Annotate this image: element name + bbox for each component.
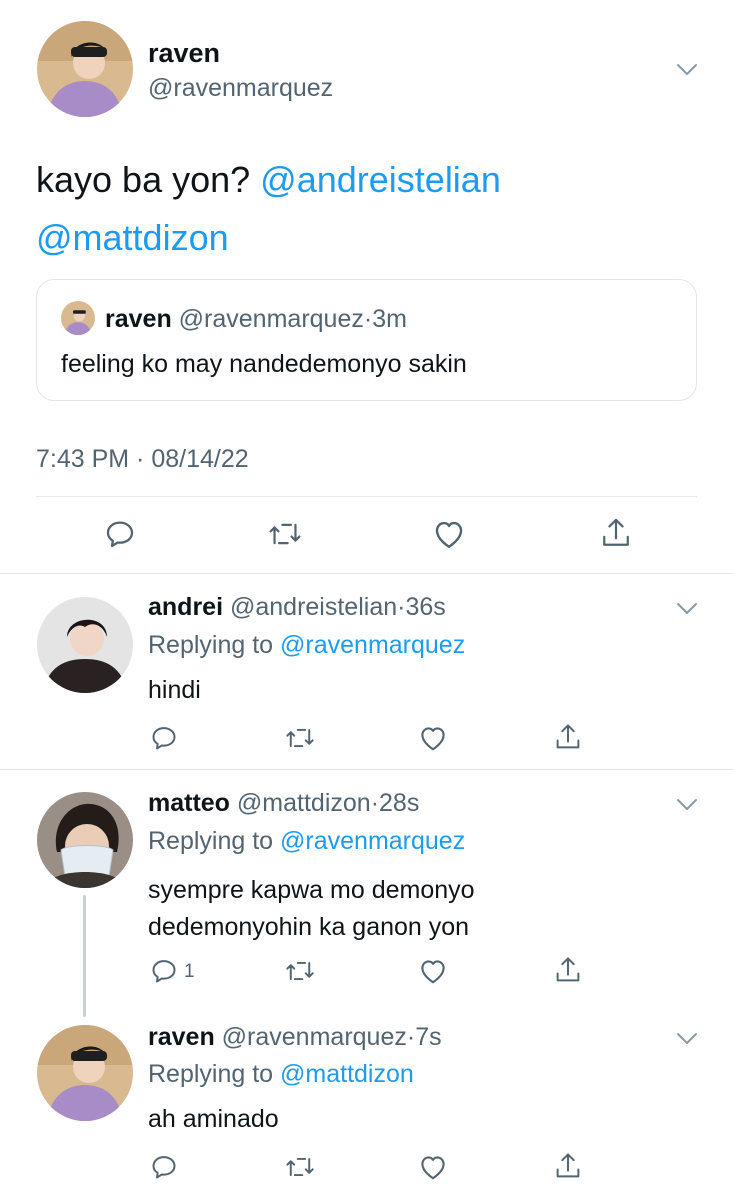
avatar[interactable] bbox=[37, 1025, 133, 1121]
author-handle: @ravenmarquez bbox=[178, 305, 364, 333]
reply-text-line: dedemonyohin ka ganon yon bbox=[148, 913, 470, 941]
timestamp: 36s bbox=[405, 593, 446, 621]
chevron-down-icon[interactable] bbox=[676, 602, 698, 616]
reply-header: matteo @mattdizon·28s bbox=[148, 789, 419, 818]
divider bbox=[0, 573, 733, 574]
avatar[interactable] bbox=[37, 21, 133, 117]
thread-line bbox=[83, 895, 86, 1017]
divider bbox=[0, 769, 733, 770]
mention-link[interactable]: @mattdizon bbox=[280, 1060, 414, 1088]
avatar[interactable] bbox=[37, 597, 133, 693]
quoted-tweet-text: feeling ko may nandedemonyo sakin bbox=[61, 350, 467, 378]
author-handle[interactable]: @andreistelian bbox=[230, 593, 397, 621]
author-name[interactable]: raven bbox=[148, 1023, 215, 1051]
mention-link[interactable]: @ravenmarquez bbox=[280, 827, 465, 855]
author-name[interactable]: matteo bbox=[148, 789, 230, 817]
author-handle[interactable]: @mattdizon bbox=[237, 789, 371, 817]
mention-link[interactable]: @andreistelian bbox=[260, 159, 501, 200]
author-name[interactable]: raven bbox=[148, 38, 220, 69]
replying-to-label: Replying to bbox=[148, 1060, 274, 1088]
reply-icon[interactable] bbox=[150, 1153, 178, 1181]
reply-text: hindi bbox=[148, 676, 201, 704]
like-icon[interactable] bbox=[418, 724, 448, 752]
share-icon[interactable] bbox=[554, 1151, 582, 1181]
reply-header: andrei @andreistelian·36s bbox=[148, 593, 446, 622]
avatar[interactable] bbox=[37, 792, 133, 888]
reply-icon[interactable] bbox=[150, 724, 178, 752]
reply-icon[interactable] bbox=[150, 957, 178, 985]
timestamp: 7s bbox=[415, 1023, 442, 1051]
like-icon[interactable] bbox=[432, 518, 466, 550]
like-icon[interactable] bbox=[418, 1153, 448, 1181]
tweet-timestamp: 7:43 PM · 08/14/22 bbox=[36, 445, 249, 473]
share-icon[interactable] bbox=[554, 955, 582, 985]
retweet-icon[interactable] bbox=[285, 724, 315, 752]
separator: · bbox=[370, 789, 380, 817]
replying-to: Replying to @ravenmarquez bbox=[148, 827, 465, 856]
reply-text-line: syempre kapwa mo demonyo bbox=[148, 876, 475, 904]
retweet-icon[interactable] bbox=[285, 1153, 315, 1181]
separator: · bbox=[363, 305, 373, 333]
retweet-icon[interactable] bbox=[268, 518, 302, 550]
chevron-down-icon[interactable] bbox=[676, 798, 698, 812]
mention-link[interactable]: @mattdizon bbox=[36, 217, 229, 258]
author-handle[interactable]: @ravenmarquez bbox=[222, 1023, 407, 1051]
quoted-tweet-header: raven @ravenmarquez·3m bbox=[105, 305, 407, 334]
reply-count: 1 bbox=[184, 961, 195, 982]
tweet-text-body: kayo ba yon? bbox=[36, 159, 251, 200]
separator: · bbox=[406, 1023, 416, 1051]
replying-to: Replying to @ravenmarquez bbox=[148, 631, 465, 660]
author-name[interactable]: andrei bbox=[148, 593, 223, 621]
quoted-tweet[interactable]: raven @ravenmarquez·3m feeling ko may na… bbox=[36, 279, 697, 401]
reply-text: syempre kapwa mo demonyo dedemonyohin ka… bbox=[148, 872, 475, 946]
chevron-down-icon[interactable] bbox=[676, 63, 698, 77]
tweet-text: kayo ba yon? @andreistelian @mattdizon bbox=[36, 151, 696, 267]
mention-link[interactable]: @ravenmarquez bbox=[280, 631, 465, 659]
author-name: raven bbox=[105, 305, 172, 333]
replying-to-label: Replying to bbox=[148, 827, 274, 855]
timestamp: 3m bbox=[372, 305, 407, 333]
retweet-icon[interactable] bbox=[285, 957, 315, 985]
divider bbox=[36, 496, 697, 497]
reply-header: raven @ravenmarquez·7s bbox=[148, 1023, 442, 1052]
replying-to: Replying to @mattdizon bbox=[148, 1060, 414, 1089]
author-handle[interactable]: @ravenmarquez bbox=[148, 74, 333, 103]
replying-to-label: Replying to bbox=[148, 631, 274, 659]
reply-icon[interactable] bbox=[104, 518, 136, 550]
share-icon[interactable] bbox=[554, 722, 582, 752]
like-icon[interactable] bbox=[418, 957, 448, 985]
share-icon[interactable] bbox=[600, 516, 632, 550]
reply-text: ah aminado bbox=[148, 1105, 279, 1133]
avatar bbox=[61, 301, 95, 335]
chevron-down-icon[interactable] bbox=[676, 1032, 698, 1046]
timestamp: 28s bbox=[379, 789, 420, 817]
